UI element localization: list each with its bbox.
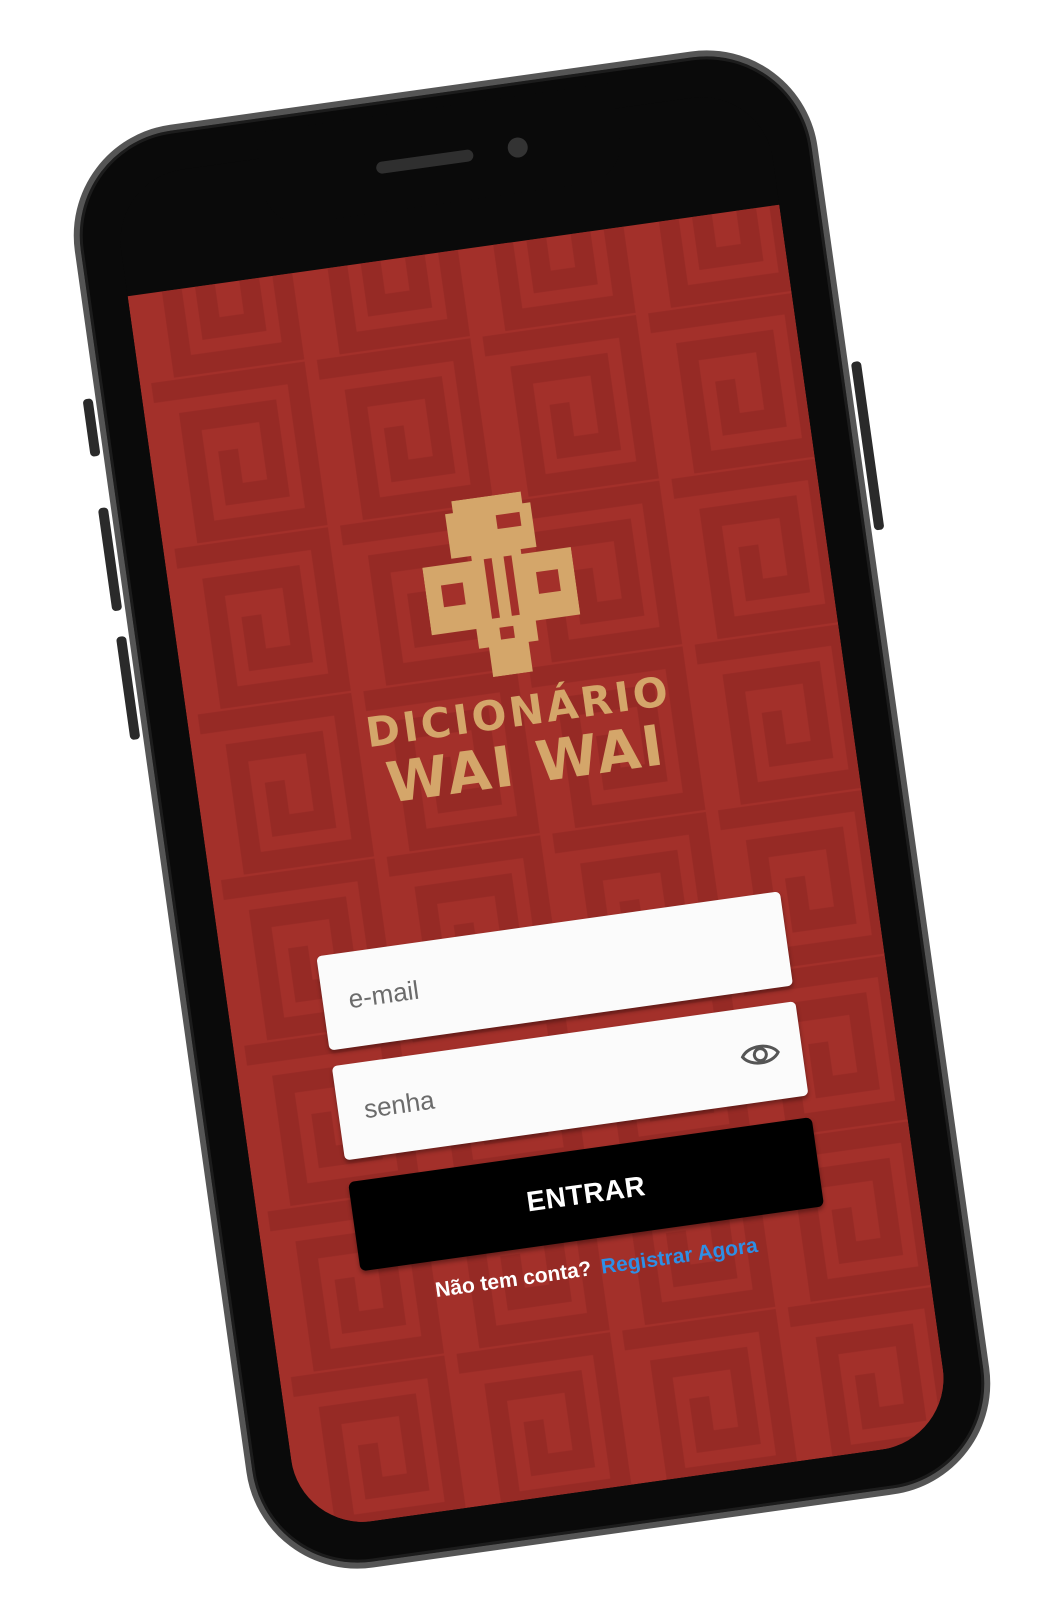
background-pattern <box>127 204 953 1532</box>
eye-icon[interactable] <box>739 1037 783 1070</box>
wai-wai-figure-icon <box>422 491 581 678</box>
front-camera <box>506 136 530 159</box>
speaker-grille <box>375 148 475 175</box>
login-screen: DICIONÁRIO WAI WAI ENTRAR <box>127 204 953 1532</box>
phone-screen: DICIONÁRIO WAI WAI ENTRAR <box>111 87 953 1532</box>
phone-mockup: DICIONÁRIO WAI WAI ENTRAR <box>59 35 1005 1584</box>
login-form: ENTRAR Não tem conta? Registrar Agora <box>316 891 830 1313</box>
phone-frame: DICIONÁRIO WAI WAI ENTRAR <box>59 35 1005 1584</box>
